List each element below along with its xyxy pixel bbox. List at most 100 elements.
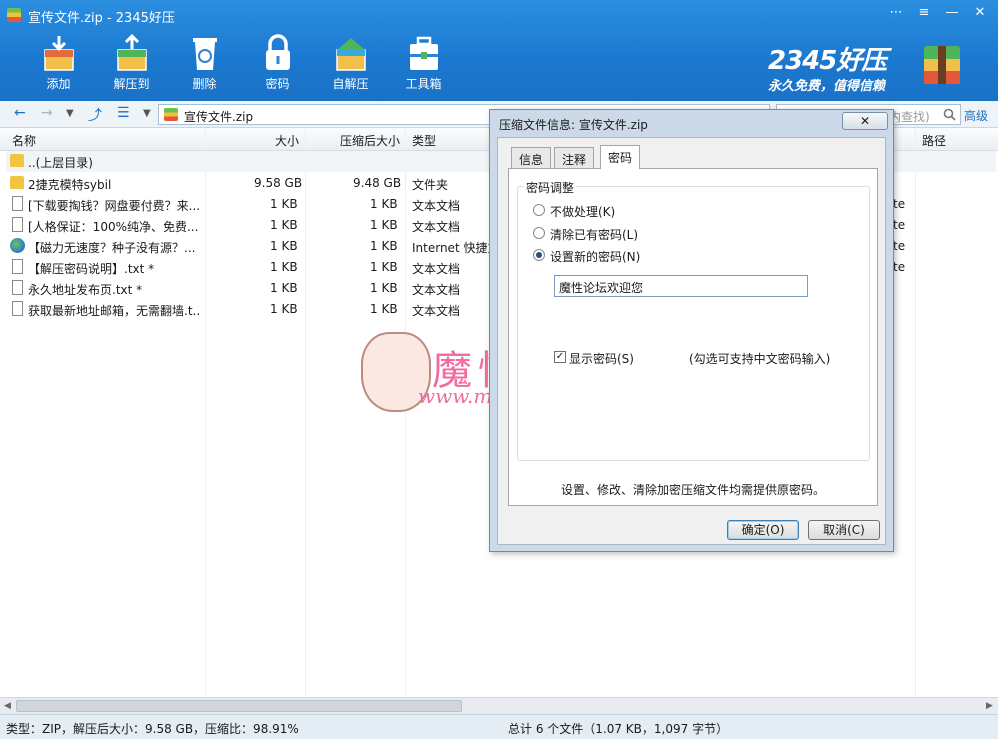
scroll-right-arrow-icon[interactable]: ▶: [982, 699, 997, 713]
show-password-checkbox[interactable]: ✓: [554, 351, 566, 363]
text-file-icon: [12, 196, 23, 211]
file-size: 1 KB: [270, 239, 298, 253]
add-box-icon: [43, 36, 74, 71]
archive-info-dialog: 压缩文件信息: 宣传文件.zip ✕ 信息 注释 密码 密码调整 不做处理(K)…: [489, 109, 894, 552]
text-file-icon: [12, 259, 23, 274]
col-path[interactable]: 路径: [922, 132, 946, 149]
file-name: [下载要掏钱？网盘要付费？来...: [28, 199, 200, 213]
ok-button[interactable]: 确定(O): [727, 520, 799, 540]
close-button[interactable]: ✕: [968, 4, 992, 22]
dialog-body: 信息 注释 密码 密码调整 不做处理(K) 清除已有密码(L) 设置新的密码(N…: [497, 137, 886, 545]
recycle-bin-icon: [192, 38, 217, 70]
main-toolbar: 添加 解压到 删除 密码 自解压 工具箱: [22, 30, 460, 100]
chinese-password-hint: (勾选可支持中文密码输入): [689, 352, 831, 366]
folder-icon: [10, 154, 24, 167]
path-cell: te: [893, 218, 906, 232]
add-button[interactable]: 添加: [22, 30, 95, 96]
view-list-icon[interactable]: ☰: [117, 105, 130, 121]
file-name: 2捷克模特sybil: [28, 178, 112, 192]
cancel-button[interactable]: 取消(C): [808, 520, 880, 540]
up-folder-icon[interactable]: ⤴: [88, 105, 102, 125]
file-type: 文本文档: [412, 220, 461, 234]
file-packed: 1 KB: [370, 260, 398, 274]
search-icon[interactable]: [943, 108, 956, 121]
col-name[interactable]: 名称: [12, 132, 36, 149]
self-extract-button[interactable]: 自解压: [314, 30, 387, 96]
toolbox-button[interactable]: 工具箱: [387, 30, 460, 96]
col-size[interactable]: 大小: [275, 132, 299, 149]
file-size: 1 KB: [270, 260, 298, 274]
text-file-icon: [12, 217, 23, 232]
file-size: 1 KB: [270, 281, 298, 295]
text-file-icon: [12, 280, 23, 295]
feedback-icon[interactable]: ⋯: [884, 4, 908, 22]
history-dropdown-icon[interactable]: ▼: [66, 108, 74, 119]
tab-comment[interactable]: 注释: [554, 147, 595, 168]
horizontal-scrollbar[interactable]: ◀ ▶: [0, 697, 998, 714]
view-dropdown-icon[interactable]: ▼: [143, 108, 151, 119]
back-arrow-icon[interactable]: ←: [14, 105, 26, 121]
internet-shortcut-icon: [10, 238, 25, 253]
path-cell: te: [893, 197, 906, 211]
file-type: Internet 快捷方式: [412, 241, 494, 255]
brand-logo: 2345好压 永久免费，值得信赖: [768, 40, 887, 94]
file-packed: 9.48 GB: [353, 176, 402, 190]
file-size: 1 KB: [270, 302, 298, 316]
minimize-button[interactable]: —: [940, 4, 964, 22]
col-packed-size[interactable]: 压缩后大小: [340, 132, 400, 149]
extract-to-button[interactable]: 解压到: [95, 30, 168, 96]
radio-button[interactable]: [533, 227, 545, 239]
tab-info[interactable]: 信息: [511, 147, 552, 168]
self-extract-label: 自解压: [332, 77, 369, 91]
password-note: 设置、修改、清除加密压缩文件均需提供原密码。: [560, 483, 825, 497]
file-name: 永久地址发布页.txt *: [28, 283, 143, 297]
radio-label: 设置新的密码(N): [550, 250, 641, 264]
file-packed: 1 KB: [370, 302, 398, 316]
extract-box-icon: [116, 34, 147, 71]
password-label: 密码: [265, 77, 290, 91]
path-cell: te: [893, 239, 906, 253]
delete-button[interactable]: 删除: [168, 30, 241, 96]
add-label: 添加: [46, 77, 71, 91]
brand-box-icon: [924, 46, 960, 84]
file-packed: 1 KB: [370, 197, 398, 211]
app-logo-icon: [7, 8, 21, 22]
file-packed: 1 KB: [370, 239, 398, 253]
radio-button-selected[interactable]: [533, 249, 545, 261]
radio-label: 清除已有密码(L): [550, 228, 639, 242]
advanced-search-link[interactable]: 高级: [964, 107, 988, 124]
password-panel: 密码调整 不做处理(K) 清除已有密码(L) 设置新的密码(N) 魔性论坛欢迎您…: [508, 168, 878, 506]
text-file-icon: [12, 301, 23, 316]
self-extract-icon: [335, 38, 366, 71]
radio-button[interactable]: [533, 204, 545, 216]
forward-arrow-icon[interactable]: →: [41, 105, 53, 121]
toolbox-icon: [409, 36, 438, 70]
radio-label: 不做处理(K): [550, 205, 616, 219]
file-name: 【解压密码说明】.txt *: [28, 262, 155, 276]
file-size: 1 KB: [270, 218, 298, 232]
file-name: 获取最新地址邮箱，无需翻墙.t...: [28, 304, 200, 318]
file-type: 文本文档: [412, 304, 461, 318]
dialog-close-button[interactable]: ✕: [842, 112, 888, 130]
tab-password[interactable]: 密码: [600, 145, 641, 169]
archive-summary: 类型：ZIP，解压后大小：9.58 GB，压缩比：98.91%: [6, 722, 299, 736]
window-title: 宣传文件.zip - 2345好压: [28, 11, 175, 26]
scrollbar-thumb[interactable]: [16, 700, 462, 712]
brand-name: 2345好压: [768, 46, 887, 76]
toolbox-label: 工具箱: [405, 77, 442, 91]
password-button[interactable]: 密码: [241, 30, 314, 96]
extract-to-label: 解压到: [113, 77, 150, 91]
menu-icon[interactable]: ≡: [912, 4, 936, 22]
file-type: 文件夹: [412, 178, 449, 192]
file-packed: 1 KB: [370, 281, 398, 295]
scroll-left-arrow-icon[interactable]: ◀: [0, 699, 15, 713]
col-type[interactable]: 类型: [412, 132, 436, 149]
file-total: 总计 6 个文件（1.07 KB，1,097 字节）: [508, 722, 729, 736]
path-text: 宣传文件.zip: [184, 110, 254, 124]
file-size: 9.58 GB: [254, 176, 303, 190]
file-packed: 1 KB: [370, 218, 398, 232]
zip-file-icon: [164, 108, 178, 121]
file-type: 文本文档: [412, 283, 461, 297]
new-password-input[interactable]: 魔性论坛欢迎您: [554, 275, 808, 297]
file-type: 文本文档: [412, 199, 461, 213]
